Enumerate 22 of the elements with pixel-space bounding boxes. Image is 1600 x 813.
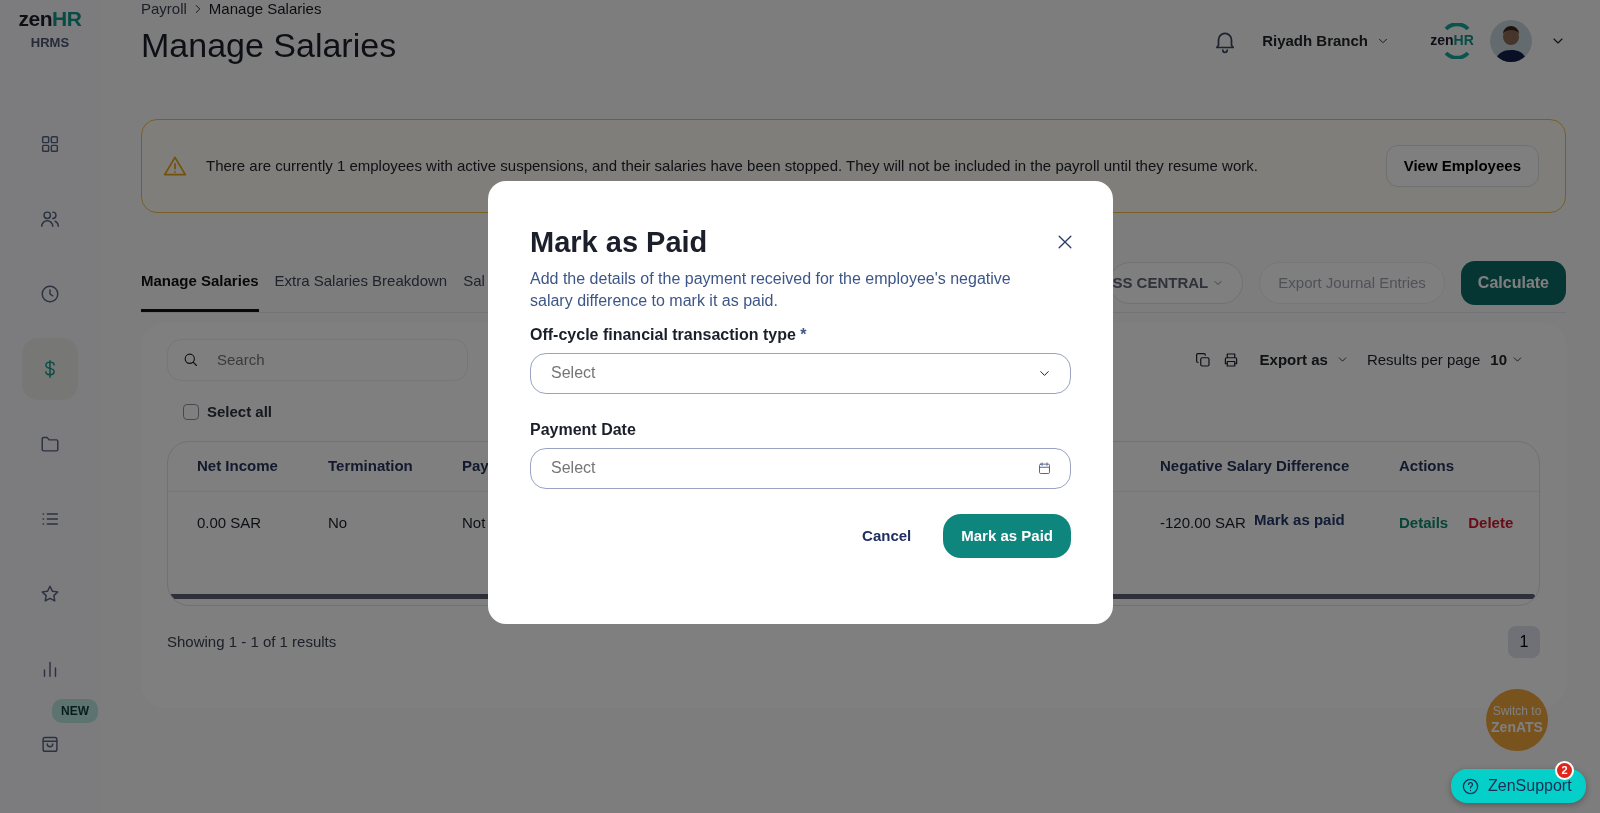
modal-title: Mark as Paid (530, 225, 708, 260)
product-name: HRMS (29, 34, 71, 52)
results-summary: Showing 1 - 1 of 1 results (167, 631, 337, 652)
alert-message: There are currently 1 employees with active suspensions, and their salaries have been stopped. They will not be included in the payroll until they resume work. (206, 155, 1259, 176)
column-header: Pay (462, 457, 489, 475)
column-header: Actions (1399, 457, 1454, 475)
table-cell: Not (462, 514, 486, 532)
column-header: Net Income (197, 457, 278, 475)
brand-logo: zenHR (18, 8, 82, 29)
table-cell: No (328, 514, 348, 532)
column-header: Termination (328, 457, 413, 475)
modal-description: Add the details of the payment received for the employee's negative salary difference to mark it as paid. (530, 268, 1012, 312)
results-per-page-label: Results per page (1366, 349, 1481, 370)
table-cell-text: -120.00 SAR (1160, 513, 1246, 534)
company-logo: zenHR (1428, 22, 1476, 59)
breadcrumb-item: Manage Salaries (208, 0, 322, 19)
table-cell: 0.00 SAR (197, 514, 262, 532)
page-title: Manage Salaries (141, 26, 397, 64)
new-badge: NEW (52, 698, 98, 723)
column-header: Negative Salary Difference (1160, 457, 1350, 475)
field-label: Payment Date (530, 419, 637, 440)
field-label: Off-cycle financial transaction type * (530, 324, 808, 345)
